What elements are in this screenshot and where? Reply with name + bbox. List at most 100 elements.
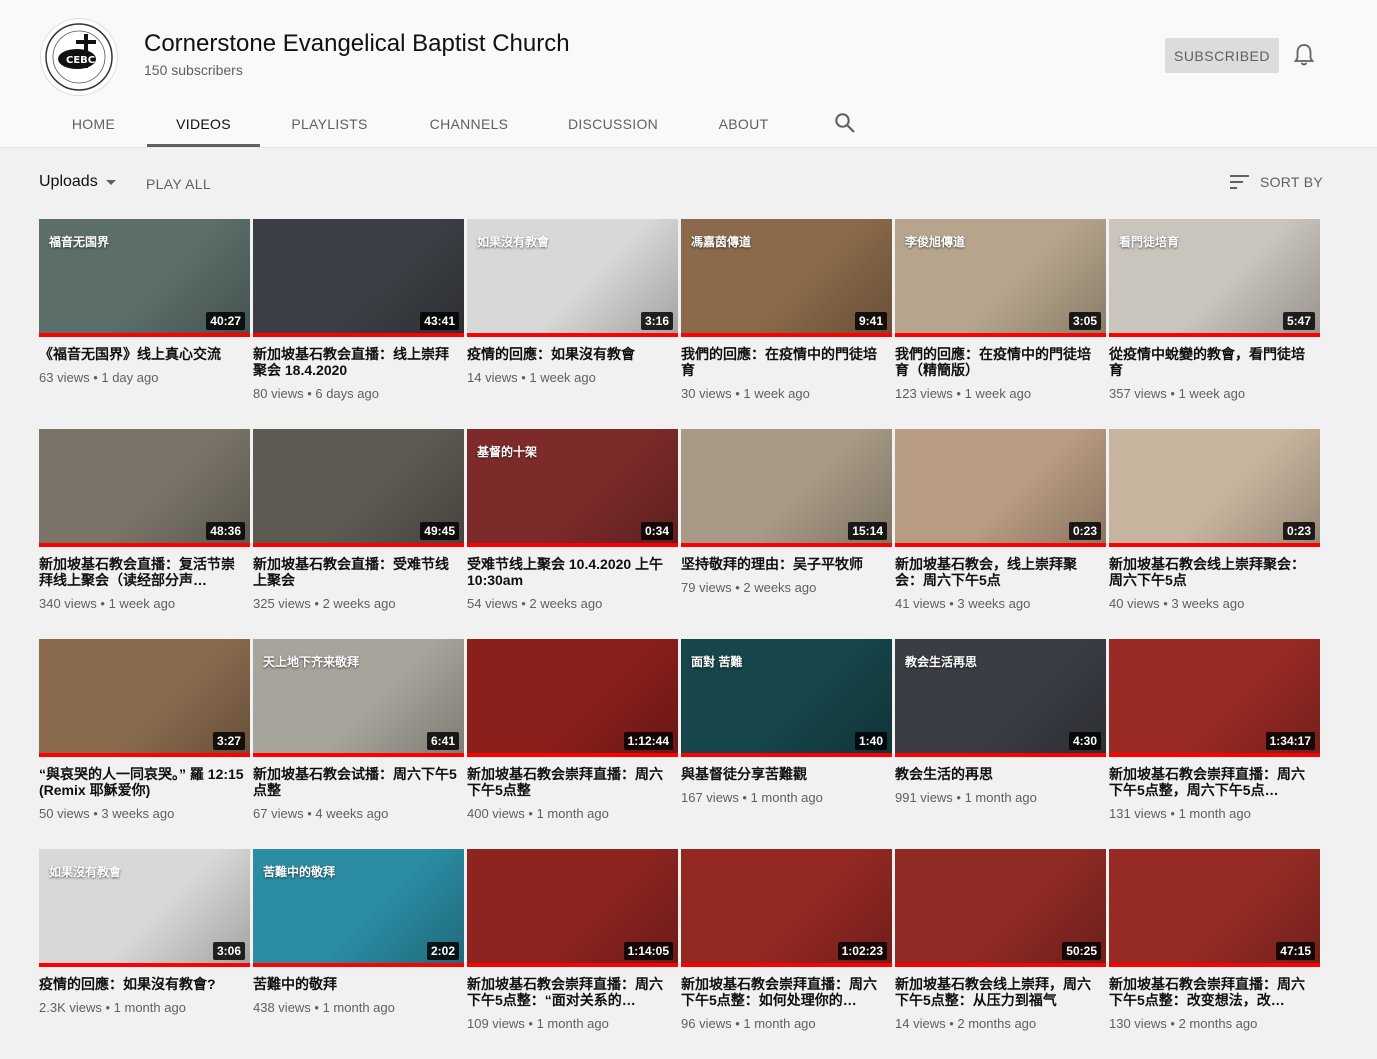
video-thumbnail[interactable]: 47:15 [1109, 849, 1320, 967]
view-count: 325 views [253, 596, 311, 611]
video-meta: 123 views • 1 week ago [895, 386, 1106, 401]
tab-about[interactable]: ABOUT [687, 100, 800, 147]
video-thumbnail[interactable]: 基督的十架 0:34 [467, 429, 678, 547]
video-title[interactable]: 新加坡基石教会直播：线上崇拜聚会 18.4.2020 [253, 346, 458, 378]
thumbnail-caption: 看門徒培育 [1119, 235, 1180, 249]
play-all-button[interactable]: PLAY ALL [146, 176, 211, 192]
video-title[interactable]: 《福音无国界》线上真心交流 [39, 346, 244, 362]
video-card[interactable]: 0:23 新加坡基石教会，线上崇拜聚会：周六下午5点 41 views • 3 we… [895, 429, 1106, 611]
video-duration: 6:41 [426, 732, 459, 750]
video-meta: 41 views • 3 weeks ago [895, 596, 1106, 611]
uploads-dropdown[interactable]: Uploads [39, 173, 116, 191]
video-card[interactable]: 3:27 “與哀哭的人一同哀哭。” 羅 12:15 (Remix 耶穌爱你) 50 … [39, 639, 250, 821]
video-thumbnail[interactable]: 1:12:44 [467, 639, 678, 757]
video-duration: 2:02 [426, 942, 459, 960]
video-thumbnail[interactable]: 李俊旭傳道 3:05 [895, 219, 1106, 337]
sort-by-button[interactable]: SORT BY [1229, 174, 1323, 190]
video-title[interactable]: 新加坡基石教会直播：受难节线上聚会 [253, 556, 458, 588]
video-title[interactable]: 疫情的回應：如果沒有教會 [467, 346, 672, 362]
video-card[interactable]: 1:34:17 新加坡基石教会崇拜直播：周六下午5点整，周六下午5点… 131 vi… [1109, 639, 1320, 821]
video-thumbnail[interactable]: 15:14 [681, 429, 892, 547]
video-duration: 9:41 [854, 312, 887, 330]
upload-age: 4 weeks ago [315, 806, 389, 821]
search-icon[interactable] [834, 112, 856, 134]
video-thumbnail[interactable]: 教会生活再思 4:30 [895, 639, 1106, 757]
video-card[interactable]: 1:14:05 新加坡基石教会崇拜直播：周六下午5点整：“面对关系的… 109 vi… [467, 849, 678, 1031]
video-card[interactable]: 面對 苦難 1:40 與基督徒分享苦難觀 167 views • 1 month ag… [681, 639, 892, 805]
video-title[interactable]: 教会生活的再思 [895, 766, 1100, 782]
video-thumbnail[interactable]: 0:23 [1109, 429, 1320, 547]
video-title[interactable]: 新加坡基石教会直播：复活节崇拜线上聚会（读经部分声… [39, 556, 244, 588]
video-title[interactable]: 與基督徒分享苦難觀 [681, 766, 886, 782]
video-card[interactable]: 如果沒有教會 3:16 疫情的回應：如果沒有教會 14 views • 1 week … [467, 219, 678, 385]
video-thumbnail[interactable]: 3:27 [39, 639, 250, 757]
video-title[interactable]: 新加坡基石教会线上崇拜，周六下午5点整：从压力到福气 [895, 976, 1100, 1008]
tab-playlists[interactable]: PLAYLISTS [260, 100, 399, 147]
video-thumbnail[interactable]: 1:34:17 [1109, 639, 1320, 757]
tab-discussion[interactable]: DISCUSSION [539, 100, 687, 147]
video-thumbnail[interactable]: 1:02:23 [681, 849, 892, 967]
video-card[interactable]: 如果沒有教會 3:06 疫情的回應：如果沒有教會? 2.3K views • 1 mo… [39, 849, 250, 1015]
subscribed-button[interactable]: SUBSCRIBED [1165, 38, 1279, 73]
video-thumbnail[interactable]: 馮嘉茵傳道 9:41 [681, 219, 892, 337]
video-thumbnail[interactable]: 苦難中的敬拜 2:02 [253, 849, 464, 967]
view-count: 400 views [467, 806, 525, 821]
video-thumbnail[interactable]: 0:23 [895, 429, 1106, 547]
video-thumbnail[interactable]: 如果沒有教會 3:06 [39, 849, 250, 967]
notification-bell-icon[interactable] [1293, 43, 1315, 67]
tab-videos[interactable]: VIDEOS [147, 100, 260, 147]
video-card[interactable]: 43:41 新加坡基石教会直播：线上崇拜聚会 18.4.2020 80 views … [253, 219, 464, 401]
video-title[interactable]: 新加坡基石教会崇拜直播：周六下午5点整：如何处理你的… [681, 976, 886, 1008]
video-card[interactable]: 李俊旭傳道 3:05 我們的回應：在疫情中的門徒培育（精簡版） 123 views •… [895, 219, 1106, 401]
tab-home[interactable]: HOME [40, 100, 147, 147]
thumbnail-caption: 苦難中的敬拜 [263, 865, 336, 879]
video-title[interactable]: 受难节线上聚会 10.4.2020 上午 10:30am [467, 556, 672, 588]
video-title[interactable]: “與哀哭的人一同哀哭。” 羅 12:15 (Remix 耶穌爱你) [39, 766, 244, 798]
video-card[interactable]: 1:02:23 新加坡基石教会崇拜直播：周六下午5点整：如何处理你的… 96 vie… [681, 849, 892, 1031]
video-thumbnail[interactable]: 福音无国界 40:27 [39, 219, 250, 337]
video-thumbnail[interactable]: 看門徒培育 5:47 [1109, 219, 1320, 337]
video-title[interactable]: 苦難中的敬拜 [253, 976, 458, 992]
video-card[interactable]: 47:15 新加坡基石教会崇拜直播：周六下午5点整：改变想法，改… 130 view… [1109, 849, 1320, 1031]
video-title[interactable]: 疫情的回應：如果沒有教會? [39, 976, 244, 992]
video-card[interactable]: 福音无国界 40:27 《福音无国界》线上真心交流 63 views • 1 day … [39, 219, 250, 385]
video-card[interactable]: 0:23 新加坡基石教会线上崇拜聚会：周六下午5点 40 views • 3 wee… [1109, 429, 1320, 611]
video-thumbnail[interactable]: 50:25 [895, 849, 1106, 967]
video-card[interactable]: 苦難中的敬拜 2:02 苦難中的敬拜 438 views • 1 month ago [253, 849, 464, 1015]
video-thumbnail[interactable]: 48:36 [39, 429, 250, 547]
video-card[interactable]: 15:14 坚持敬拜的理由：吴子平牧师 79 views • 2 weeks ago [681, 429, 892, 595]
tab-channels[interactable]: CHANNELS [399, 100, 539, 147]
video-card[interactable]: 50:25 新加坡基石教会线上崇拜，周六下午5点整：从压力到福气 14 views … [895, 849, 1106, 1031]
video-title[interactable]: 從疫情中蛻變的教會，看門徒培育 [1109, 346, 1314, 378]
video-title[interactable]: 新加坡基石教会崇拜直播：周六下午5点整，周六下午5点… [1109, 766, 1314, 798]
video-card[interactable]: 基督的十架 0:34 受难节线上聚会 10.4.2020 上午 10:30am 54 … [467, 429, 678, 611]
video-card[interactable]: 教会生活再思 4:30 教会生活的再思 991 views • 1 month ago [895, 639, 1106, 805]
upload-age: 1 week ago [1178, 386, 1246, 401]
video-title[interactable]: 新加坡基石教会崇拜直播：周六下午5点整：改变想法，改… [1109, 976, 1314, 1008]
video-card[interactable]: 1:12:44 新加坡基石教会崇拜直播：周六下午5点整 400 views • 1 … [467, 639, 678, 821]
channel-avatar[interactable]: CEBC [40, 18, 118, 96]
video-thumbnail[interactable]: 1:14:05 [467, 849, 678, 967]
video-title[interactable]: 新加坡基石教会试播：周六下午5点整 [253, 766, 458, 798]
watch-progress-bar [467, 753, 678, 757]
video-card[interactable]: 49:45 新加坡基石教会直播：受难节线上聚会 325 views • 2 week… [253, 429, 464, 611]
video-title[interactable]: 新加坡基石教会崇拜直播：周六下午5点整 [467, 766, 672, 798]
upload-age: 1 week ago [108, 596, 176, 611]
video-title[interactable]: 新加坡基石教会崇拜直播：周六下午5点整：“面对关系的… [467, 976, 672, 1008]
video-title[interactable]: 新加坡基石教会线上崇拜聚会：周六下午5点 [1109, 556, 1314, 588]
view-count: 79 views [681, 580, 732, 595]
video-thumbnail[interactable]: 如果沒有教會 3:16 [467, 219, 678, 337]
video-title[interactable]: 我們的回應：在疫情中的門徒培育（精簡版） [895, 346, 1100, 378]
video-thumbnail[interactable]: 43:41 [253, 219, 464, 337]
video-title[interactable]: 我們的回應：在疫情中的門徒培育 [681, 346, 886, 378]
video-card[interactable]: 天上地下齐来敬拜 6:41 新加坡基石教会试播：周六下午5点整 67 views • … [253, 639, 464, 821]
separator-dot: • [96, 596, 109, 611]
video-card[interactable]: 48:36 新加坡基石教会直播：复活节崇拜线上聚会（读经部分声… 340 views… [39, 429, 250, 611]
video-title[interactable]: 坚持敬拜的理由：吴子平牧师 [681, 556, 886, 572]
video-card[interactable]: 馮嘉茵傳道 9:41 我們的回應：在疫情中的門徒培育 30 views • 1 wee… [681, 219, 892, 401]
video-card[interactable]: 看門徒培育 5:47 從疫情中蛻變的教會，看門徒培育 357 views • 1 we… [1109, 219, 1320, 401]
video-thumbnail[interactable]: 面對 苦難 1:40 [681, 639, 892, 757]
video-thumbnail[interactable]: 天上地下齐来敬拜 6:41 [253, 639, 464, 757]
video-thumbnail[interactable]: 49:45 [253, 429, 464, 547]
video-title[interactable]: 新加坡基石教会，线上崇拜聚会：周六下午5点 [895, 556, 1100, 588]
